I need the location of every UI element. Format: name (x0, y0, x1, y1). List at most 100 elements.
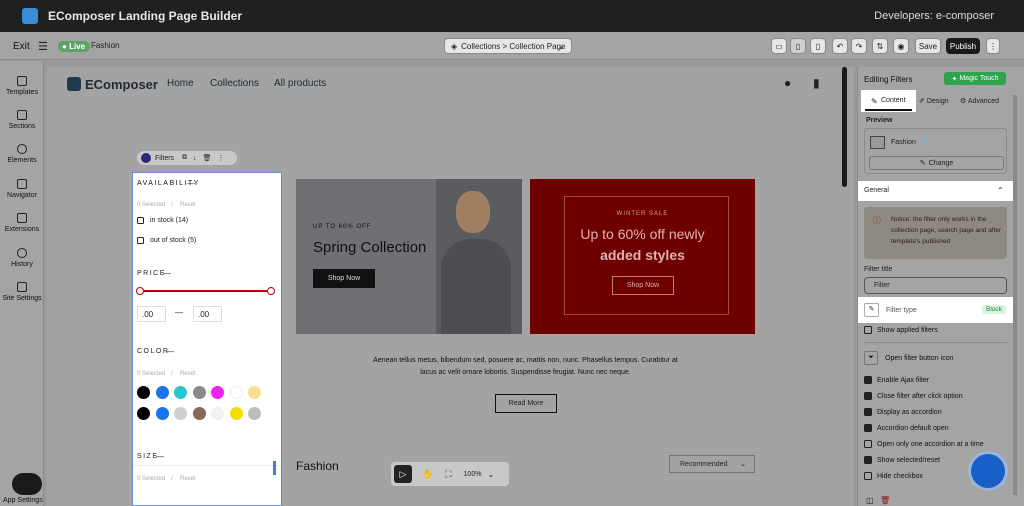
option-row[interactable]: Display as accordion (864, 408, 942, 416)
zoom-level[interactable]: 100% (464, 471, 482, 478)
move-down-icon[interactable]: ↓ (193, 155, 197, 162)
checkbox[interactable] (864, 408, 872, 416)
option-row[interactable]: Close filter after click option (864, 392, 963, 400)
trash-icon[interactable]: 🗑 (880, 496, 890, 505)
checkbox[interactable] (864, 326, 872, 334)
sidebar-item-history[interactable]: History (0, 248, 44, 268)
read-more-button[interactable]: Read More (495, 394, 557, 413)
sidebar-item-elements[interactable]: Elements (0, 144, 44, 164)
tab-advanced[interactable]: ⚙ Advanced (960, 97, 999, 105)
desktop-view-icon[interactable]: ▭ (771, 38, 787, 54)
exit-button[interactable]: Exit (13, 41, 30, 52)
change-button[interactable]: ✎ Change (869, 156, 1004, 170)
checkbox[interactable] (864, 424, 872, 432)
color-swatch[interactable] (211, 386, 224, 399)
price-max-handle[interactable] (267, 287, 275, 295)
element-more-icon[interactable]: ⋮ (217, 154, 224, 162)
chat-bubble-icon[interactable] (12, 473, 42, 495)
minus-icon[interactable]: — (156, 452, 164, 461)
sidebar-item-extensions[interactable]: Extensions (0, 213, 44, 233)
color-swatch[interactable] (248, 407, 261, 420)
filter-scrollbar[interactable] (273, 461, 276, 475)
shop-now-button[interactable]: Shop Now (612, 276, 674, 295)
redo-icon[interactable]: ↷ (851, 38, 867, 54)
panel-scrollbar[interactable] (1013, 95, 1017, 495)
sidebar-item-navigator[interactable]: Navigator (0, 179, 44, 199)
minus-icon[interactable]: — (163, 269, 171, 278)
fit-screen-icon[interactable]: ⛶ (445, 469, 451, 480)
settings-sliders-icon[interactable]: ⇅ (872, 38, 888, 54)
delete-icon[interactable]: 🗑 (203, 154, 212, 162)
option-row[interactable]: Accordion default open (864, 424, 949, 432)
sort-select[interactable]: Recommended ⌄ (669, 455, 755, 473)
color-swatch[interactable] (211, 407, 224, 420)
pointer-tool-icon[interactable]: ▷ (394, 465, 412, 483)
availability-option[interactable]: out of stock (5) (137, 237, 196, 244)
cart-bag-icon[interactable]: ▮ (813, 76, 820, 90)
color-swatch[interactable] (248, 386, 261, 399)
duplicate-icon[interactable]: ⧉ (182, 154, 187, 162)
mobile-view-icon[interactable]: ▯ (810, 38, 826, 54)
color-swatch[interactable] (155, 386, 169, 399)
checkbox[interactable] (864, 440, 872, 448)
nav-all-products[interactable]: All products (274, 78, 326, 89)
shop-now-button[interactable]: Shop Now (313, 269, 375, 288)
checkbox[interactable] (137, 217, 144, 224)
sidebar-item-sections[interactable]: Sections (0, 110, 44, 130)
preview-eye-icon[interactable]: ◉ (893, 38, 909, 54)
checkbox[interactable] (864, 456, 872, 464)
checkbox[interactable] (137, 237, 144, 244)
color-swatch[interactable] (229, 386, 243, 399)
color-title[interactable]: COLOR (137, 348, 169, 355)
more-options-icon[interactable]: ⋮ (986, 38, 1000, 54)
layers-icon[interactable]: ◫ (866, 496, 874, 505)
price-min-handle[interactable] (136, 287, 144, 295)
checkbox[interactable] (864, 376, 872, 384)
checkbox[interactable] (864, 392, 872, 400)
checkbox[interactable] (864, 472, 872, 480)
color-swatch[interactable] (192, 407, 206, 420)
link-icon[interactable]: 🔗 (920, 138, 929, 146)
magic-touch-button[interactable]: ✦ Magic Touch (944, 72, 1006, 85)
filter-title-input[interactable]: Filter (864, 277, 1007, 294)
sidebar-item-site-settings[interactable]: Site Settings (0, 282, 44, 302)
price-min-input[interactable]: .00 (137, 306, 166, 322)
price-max-input[interactable]: .00 (193, 306, 222, 322)
collapse-handle[interactable] (0, 283, 6, 295)
reset-link[interactable]: Reset (180, 476, 196, 482)
chevron-down-icon[interactable]: ⌄ (487, 470, 494, 479)
color-swatch[interactable] (155, 407, 169, 420)
general-section-header[interactable]: General ⌃ (858, 181, 1013, 201)
canvas-scrollbar[interactable] (842, 67, 847, 187)
page-selector[interactable]: ◈ Collections > Collection Page ⌄ (444, 38, 572, 54)
minus-icon[interactable]: — (166, 347, 174, 356)
color-swatch[interactable] (229, 407, 243, 420)
app-settings-label[interactable]: App Settings (3, 497, 43, 504)
tablet-view-icon[interactable]: ▯ (790, 38, 806, 54)
color-swatch[interactable] (174, 386, 187, 399)
account-icon[interactable]: ● (784, 76, 791, 90)
option-row[interactable]: Enable Ajax filter (864, 376, 929, 384)
price-title[interactable]: PRICE (137, 270, 166, 277)
color-swatch[interactable] (174, 407, 187, 420)
color-swatch[interactable] (137, 407, 150, 420)
nav-collections[interactable]: Collections (210, 78, 259, 89)
open-filter-icon-row[interactable]: ⏷ Open filter button icon (864, 351, 954, 365)
filter-type-row[interactable]: ✎ Filter type Block (858, 297, 1013, 323)
minus-icon[interactable]: — (187, 179, 195, 188)
tab-design[interactable]: ✐ Design (919, 97, 949, 105)
publish-button[interactable]: Publish (946, 38, 980, 54)
reset-link[interactable]: Reset (180, 371, 196, 377)
tab-content[interactable]: ✎ Content (861, 90, 916, 112)
option-row[interactable]: Hide checkbox (864, 472, 923, 480)
save-button[interactable]: Save (915, 38, 941, 54)
show-applied-toggle[interactable]: Show applied filters (864, 326, 938, 334)
availability-option[interactable]: in stock (14) (137, 217, 188, 224)
sidebar-item-templates[interactable]: Templates (0, 76, 44, 96)
nav-home[interactable]: Home (167, 78, 194, 89)
color-swatch[interactable] (192, 386, 206, 399)
reset-link[interactable]: Reset (180, 202, 196, 208)
undo-icon[interactable]: ↶ (832, 38, 848, 54)
hamburger-menu-icon[interactable]: ☰ (38, 40, 48, 53)
price-range-track[interactable] (140, 290, 271, 292)
